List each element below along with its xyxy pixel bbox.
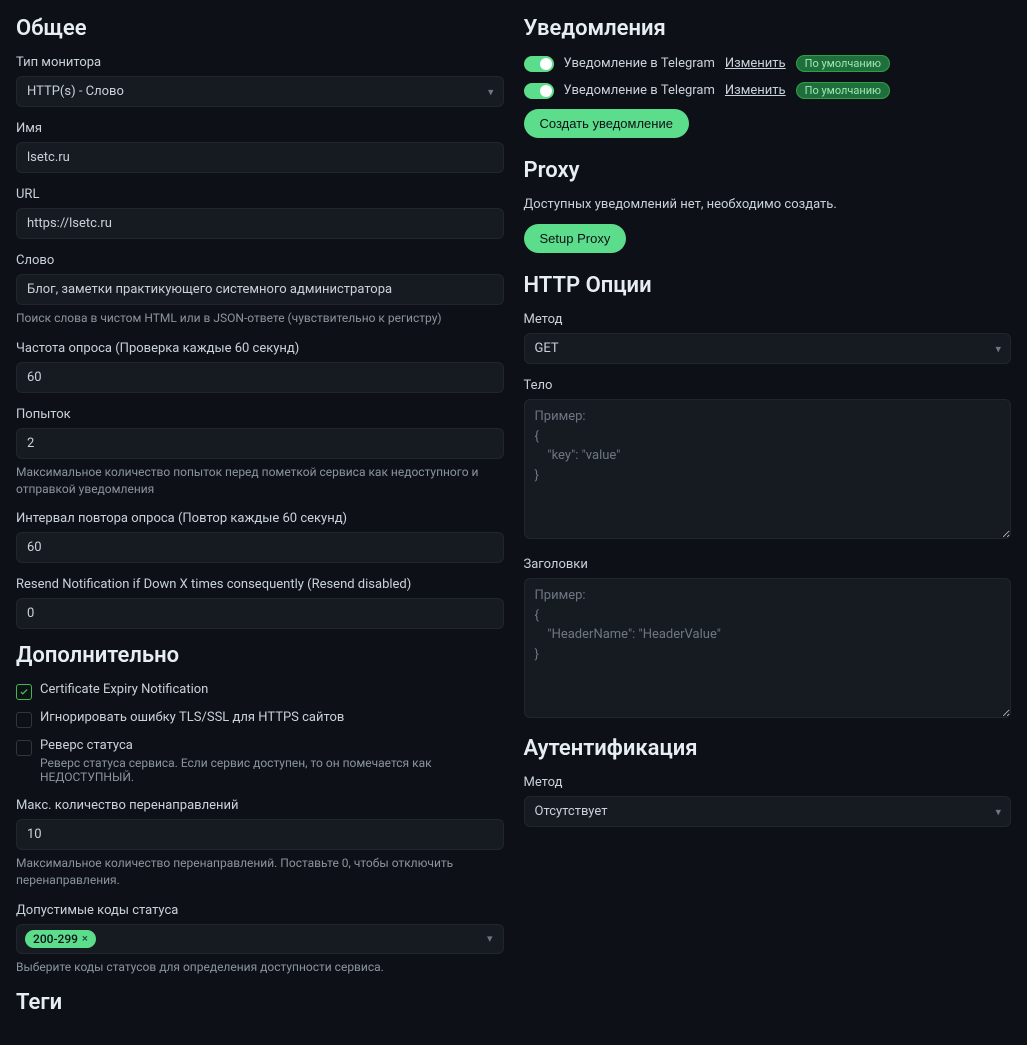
chevron-down-icon: ▾ <box>487 932 493 945</box>
http-headers-label: Заголовки <box>524 557 1012 572</box>
http-method-label: Метод <box>524 312 1012 327</box>
status-codes-select[interactable]: 200-299 × ▾ <box>16 924 504 954</box>
ignore-tls-label: Игнорировать ошибку TLS/SSL для HTTPS са… <box>40 710 344 725</box>
url-input[interactable] <box>16 208 504 239</box>
status-codes-help: Выберите коды статусов для определения д… <box>16 959 504 976</box>
max-redirects-help: Максимальное количество перенаправлений.… <box>16 855 504 889</box>
retries-label: Попыток <box>16 407 504 422</box>
word-label: Слово <box>16 253 504 268</box>
notification-edit-link[interactable]: Изменить <box>725 83 786 98</box>
name-label: Имя <box>16 121 504 136</box>
close-icon[interactable]: × <box>82 932 88 945</box>
upside-down-sub: Реверс статуса сервиса. Если сервис дост… <box>40 756 504 784</box>
monitor-type-label: Тип монитора <box>16 55 504 70</box>
auth-method-select[interactable]: Отсутствует <box>524 796 1012 827</box>
notification-toggle[interactable] <box>524 56 554 72</box>
create-notification-button[interactable]: Создать уведомление <box>524 109 689 138</box>
resend-label: Resend Notification if Down X times cons… <box>16 577 504 592</box>
resend-input[interactable] <box>16 598 504 629</box>
setup-proxy-button[interactable]: Setup Proxy <box>524 224 627 253</box>
section-general-title: Общее <box>16 16 504 41</box>
retries-input[interactable] <box>16 428 504 459</box>
max-redirects-label: Макс. количество перенаправлений <box>16 798 504 813</box>
http-body-label: Тело <box>524 378 1012 393</box>
name-input[interactable] <box>16 142 504 173</box>
default-badge: По умолчанию <box>796 82 890 99</box>
max-redirects-input[interactable] <box>16 819 504 850</box>
notification-edit-link[interactable]: Изменить <box>725 56 786 71</box>
retries-help: Максимальное количество попыток перед по… <box>16 464 504 498</box>
http-method-select[interactable]: GET <box>524 333 1012 364</box>
status-code-tag[interactable]: 200-299 × <box>25 930 96 948</box>
section-tags-title: Теги <box>16 990 504 1015</box>
notification-text: Уведомление в Telegram <box>564 56 715 71</box>
proxy-desc: Доступных уведомлений нет, необходимо со… <box>524 197 1012 212</box>
notification-toggle[interactable] <box>524 83 554 99</box>
url-label: URL <box>16 187 504 202</box>
section-auth-title: Аутентификация <box>524 736 1012 761</box>
section-proxy-title: Proxy <box>524 158 1012 183</box>
retry-interval-input[interactable] <box>16 532 504 563</box>
notification-row: Уведомление в Telegram Изменить По умолч… <box>524 55 1012 72</box>
cert-expiry-label: Certificate Expiry Notification <box>40 682 208 697</box>
section-notifications-title: Уведомления <box>524 16 1012 41</box>
interval-label: Частота опроса (Проверка каждые 60 секун… <box>16 341 504 356</box>
status-code-tag-label: 200-299 <box>33 932 78 946</box>
default-badge: По умолчанию <box>796 55 890 72</box>
interval-input[interactable] <box>16 362 504 393</box>
section-advanced-title: Дополнительно <box>16 643 504 668</box>
status-codes-label: Допустимые коды статуса <box>16 903 504 918</box>
notification-row: Уведомление в Telegram Изменить По умолч… <box>524 82 1012 99</box>
ignore-tls-checkbox[interactable] <box>16 712 32 728</box>
section-http-title: HTTP Опции <box>524 273 1012 298</box>
notification-text: Уведомление в Telegram <box>564 83 715 98</box>
cert-expiry-checkbox[interactable] <box>16 684 32 700</box>
http-body-textarea[interactable] <box>524 399 1012 539</box>
auth-method-label: Метод <box>524 775 1012 790</box>
monitor-type-select[interactable]: HTTP(s) - Слово <box>16 76 504 107</box>
upside-down-checkbox[interactable] <box>16 740 32 756</box>
upside-down-label: Реверс статуса <box>40 738 504 753</box>
word-help: Поиск слова в чистом HTML или в JSON-отв… <box>16 310 504 327</box>
word-input[interactable] <box>16 274 504 305</box>
retry-interval-label: Интервал повтора опроса (Повтор каждые 6… <box>16 511 504 526</box>
http-headers-textarea[interactable] <box>524 578 1012 718</box>
